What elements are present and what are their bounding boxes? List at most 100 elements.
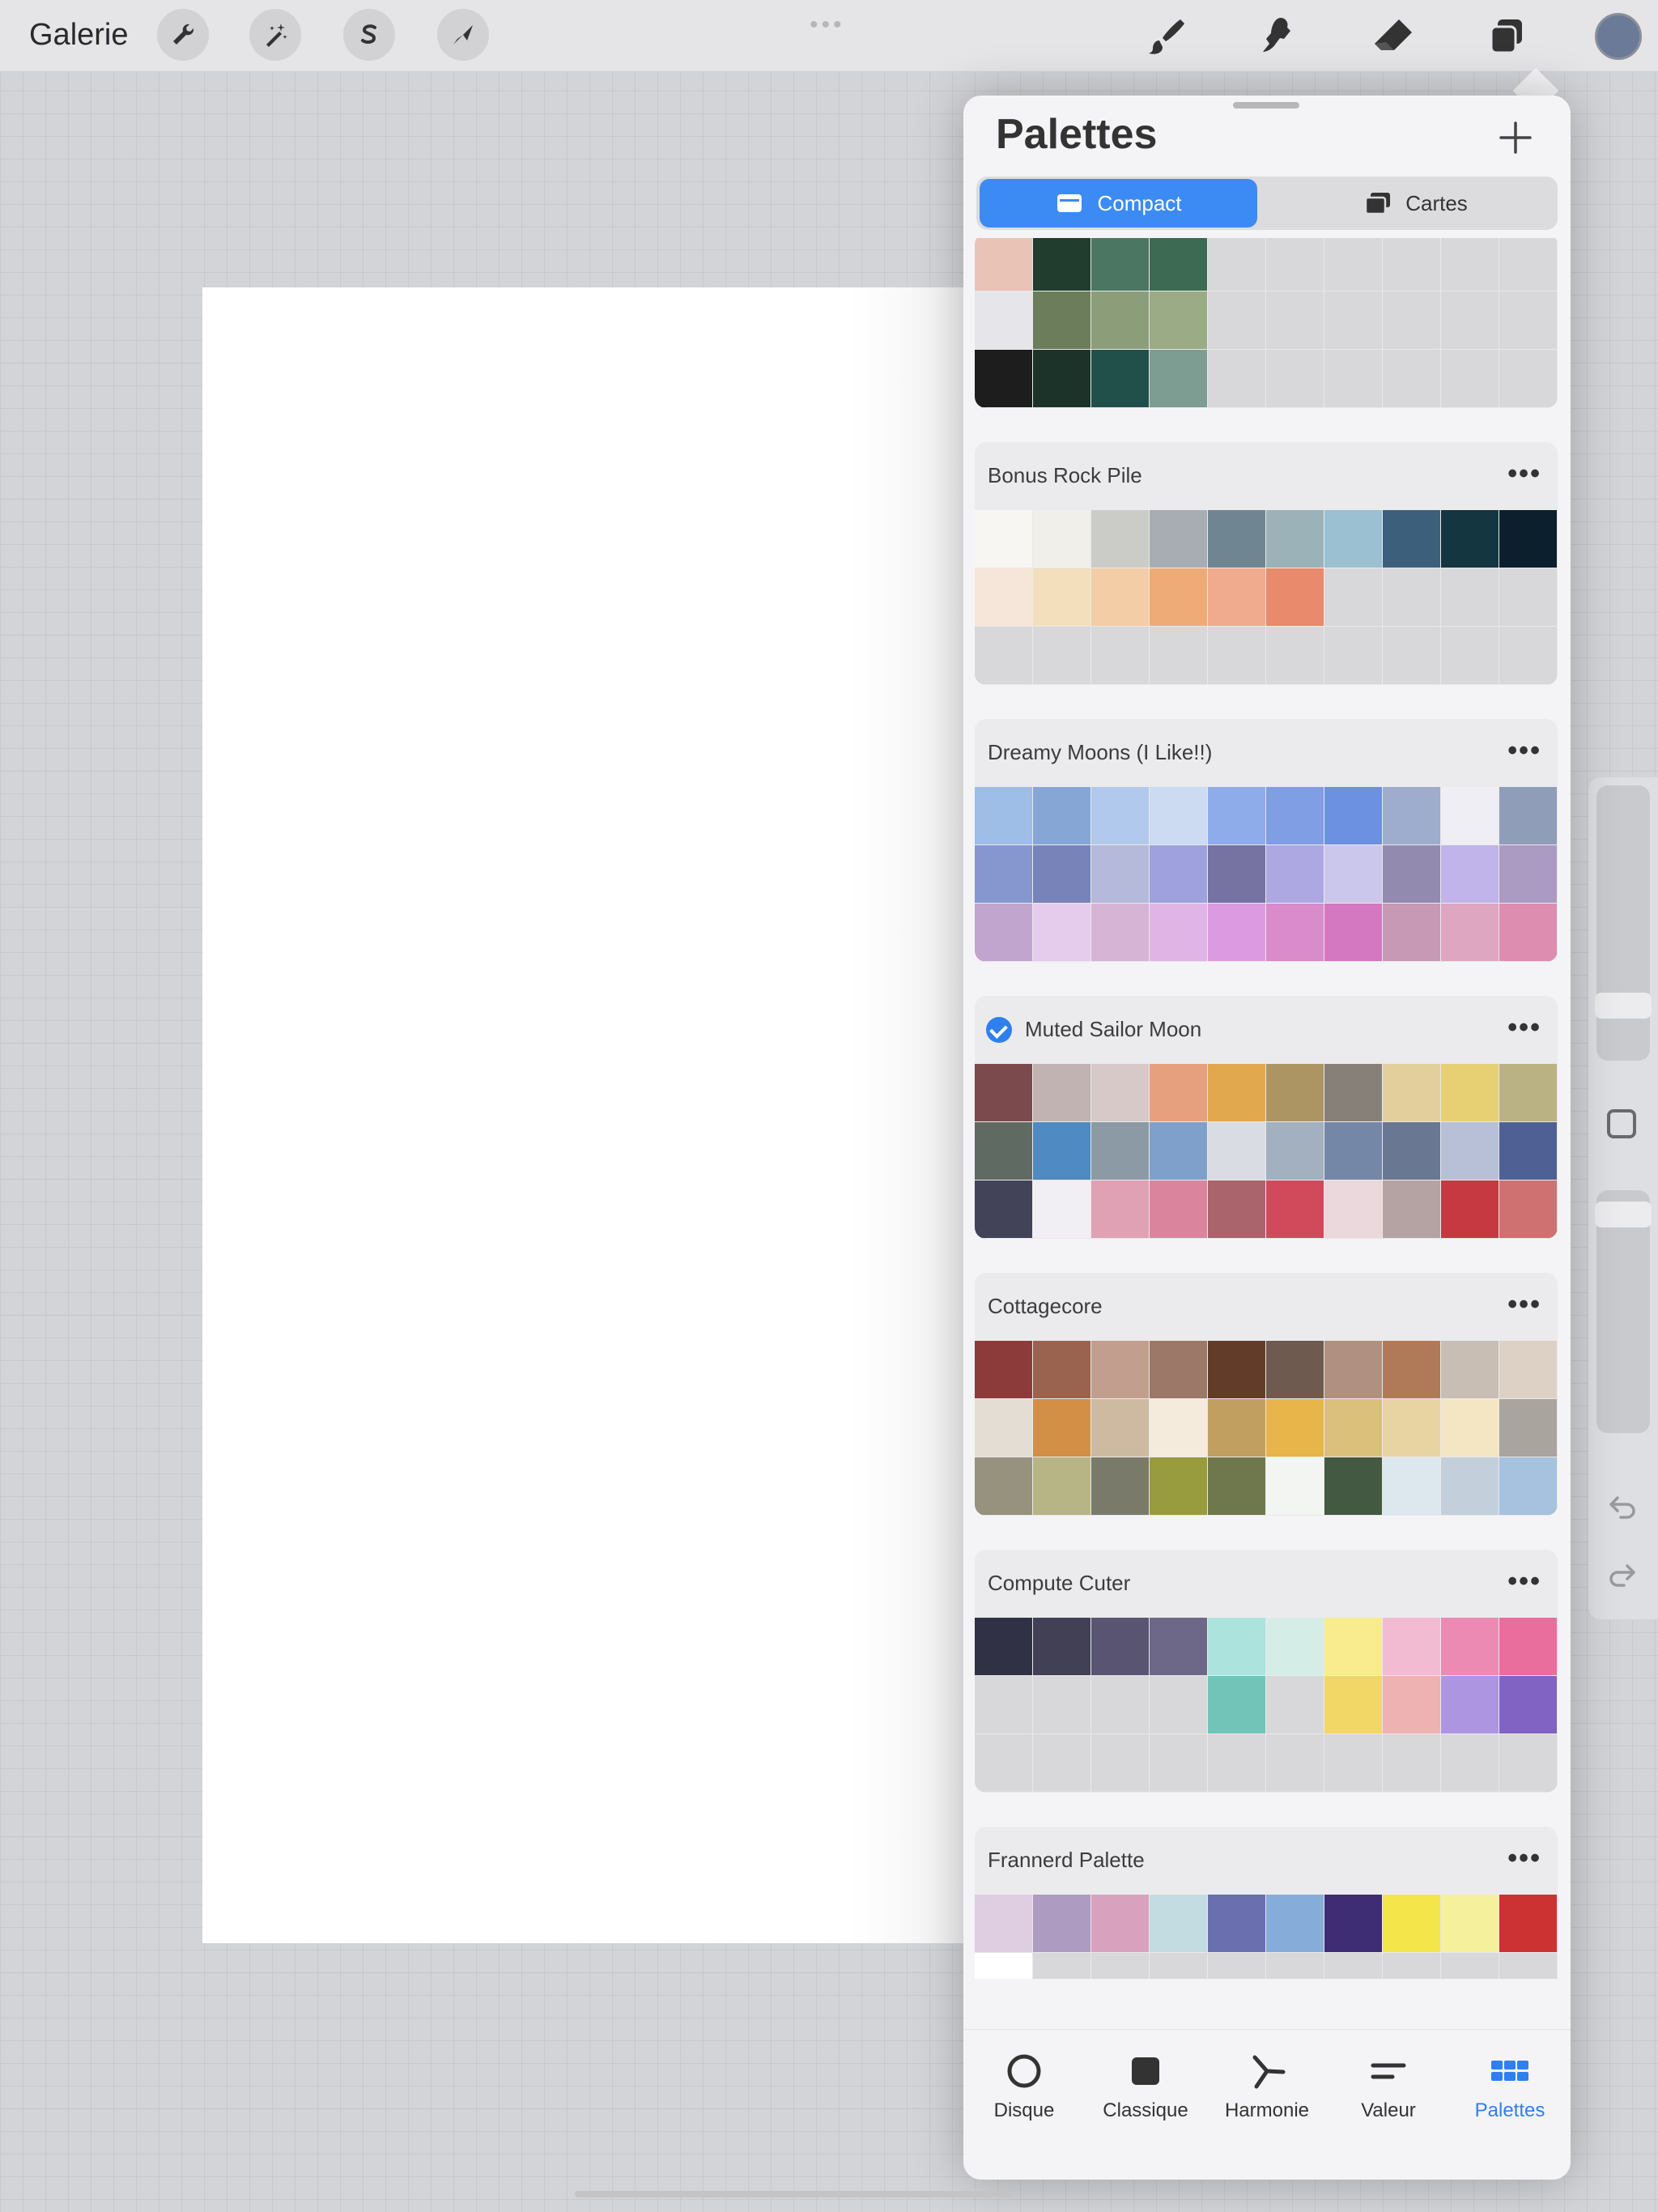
empty-swatch[interactable] xyxy=(1208,238,1266,291)
color-swatch[interactable] xyxy=(1208,1399,1266,1457)
color-swatch[interactable] xyxy=(1324,1064,1383,1122)
color-swatch[interactable] xyxy=(975,845,1033,904)
color-swatch[interactable] xyxy=(975,291,1033,350)
color-swatch[interactable] xyxy=(1441,1676,1499,1734)
color-swatch[interactable] xyxy=(1324,904,1383,962)
color-swatch[interactable] xyxy=(1324,1618,1383,1676)
palette-card[interactable]: Muted Sailor Moon ••• xyxy=(975,996,1558,1239)
color-swatch[interactable] xyxy=(1441,1618,1499,1676)
color-swatch[interactable] xyxy=(1383,1399,1441,1457)
color-swatch[interactable] xyxy=(1499,1341,1558,1399)
color-swatch[interactable] xyxy=(1033,845,1091,904)
color-swatch[interactable] xyxy=(1324,510,1383,568)
transform-arrow-icon[interactable] xyxy=(437,9,489,61)
color-swatch[interactable] xyxy=(1033,1064,1091,1122)
color-swatch[interactable] xyxy=(1033,1457,1091,1516)
color-swatch[interactable] xyxy=(1383,1618,1441,1676)
color-swatch[interactable] xyxy=(1441,845,1499,904)
color-swatch[interactable] xyxy=(1324,1895,1383,1953)
color-swatch[interactable] xyxy=(975,1122,1033,1180)
color-swatch[interactable] xyxy=(1150,787,1208,845)
color-swatch[interactable] xyxy=(1266,1122,1324,1180)
color-swatch[interactable] xyxy=(975,1064,1033,1122)
color-swatch[interactable] xyxy=(1033,350,1091,408)
color-swatch[interactable] xyxy=(1150,238,1208,291)
palette-card[interactable]: Compute Cuter ••• xyxy=(975,1550,1558,1793)
color-swatch[interactable] xyxy=(1499,1895,1558,1953)
color-swatch[interactable] xyxy=(1150,845,1208,904)
color-swatch[interactable] xyxy=(1208,1341,1266,1399)
palette-card[interactable]: Dreamy Moons (I Like!!) ••• xyxy=(975,719,1558,962)
palette-card[interactable]: Cottagecore ••• xyxy=(975,1273,1558,1516)
color-swatch[interactable] xyxy=(1441,1064,1499,1122)
empty-swatch[interactable] xyxy=(1091,1734,1150,1793)
color-swatch[interactable] xyxy=(1091,1618,1150,1676)
color-swatch[interactable] xyxy=(1266,1618,1324,1676)
color-swatch[interactable] xyxy=(1208,1676,1266,1734)
color-swatch[interactable] xyxy=(975,1953,1033,1979)
magic-wand-icon[interactable] xyxy=(249,9,301,61)
tab-disque[interactable]: Disque xyxy=(963,2051,1085,2122)
current-color-swatch[interactable] xyxy=(1595,13,1642,60)
empty-swatch[interactable] xyxy=(1091,1953,1150,1979)
brush-icon[interactable] xyxy=(1141,11,1192,62)
palette-card[interactable]: Bonus Rock Pile ••• xyxy=(975,442,1558,685)
empty-swatch[interactable] xyxy=(1383,291,1441,350)
empty-swatch[interactable] xyxy=(1150,627,1208,685)
empty-swatch[interactable] xyxy=(1208,1953,1266,1979)
color-swatch[interactable] xyxy=(1324,787,1383,845)
color-swatch[interactable] xyxy=(1150,1618,1208,1676)
tab-cartes[interactable]: Cartes xyxy=(1277,179,1554,228)
palettes-list[interactable]: Bonus Rock Pile ••• Dreamy Moons (I Like!!… xyxy=(975,238,1558,1979)
color-swatch[interactable] xyxy=(1091,350,1150,408)
color-swatch[interactable] xyxy=(1033,1895,1091,1953)
color-swatch[interactable] xyxy=(1091,1180,1150,1239)
empty-swatch[interactable] xyxy=(1383,568,1441,627)
color-swatch[interactable] xyxy=(1383,1122,1441,1180)
color-swatch[interactable] xyxy=(1150,291,1208,350)
color-swatch[interactable] xyxy=(1383,1676,1441,1734)
empty-swatch[interactable] xyxy=(1499,627,1558,685)
color-swatch[interactable] xyxy=(1033,1341,1091,1399)
color-swatch[interactable] xyxy=(1150,1180,1208,1239)
color-swatch[interactable] xyxy=(1150,510,1208,568)
color-swatch[interactable] xyxy=(1266,568,1324,627)
color-swatch[interactable] xyxy=(1208,1457,1266,1516)
opacity-slider[interactable] xyxy=(1595,1190,1652,1433)
tab-harmonie[interactable]: Harmonie xyxy=(1206,2051,1328,2122)
more-options-icon[interactable]: ••• xyxy=(1507,1843,1541,1874)
color-swatch[interactable] xyxy=(1150,568,1208,627)
color-swatch[interactable] xyxy=(1091,1122,1150,1180)
color-swatch[interactable] xyxy=(1383,845,1441,904)
color-swatch[interactable] xyxy=(1499,1180,1558,1239)
color-swatch[interactable] xyxy=(1383,1895,1441,1953)
layers-icon[interactable] xyxy=(1482,11,1532,62)
color-swatch[interactable] xyxy=(1033,1399,1091,1457)
color-swatch[interactable] xyxy=(1033,1618,1091,1676)
empty-swatch[interactable] xyxy=(1383,627,1441,685)
empty-swatch[interactable] xyxy=(1441,1953,1499,1979)
color-swatch[interactable] xyxy=(1383,1341,1441,1399)
color-swatch[interactable] xyxy=(975,1895,1033,1953)
empty-swatch[interactable] xyxy=(1441,350,1499,408)
color-swatch[interactable] xyxy=(1383,510,1441,568)
color-swatch[interactable] xyxy=(1266,1399,1324,1457)
color-swatch[interactable] xyxy=(1324,1341,1383,1399)
color-swatch[interactable] xyxy=(1383,1457,1441,1516)
color-swatch[interactable] xyxy=(1266,787,1324,845)
empty-swatch[interactable] xyxy=(1499,1953,1558,1979)
empty-swatch[interactable] xyxy=(1033,627,1091,685)
empty-swatch[interactable] xyxy=(1266,1676,1324,1734)
color-swatch[interactable] xyxy=(1441,787,1499,845)
empty-swatch[interactable] xyxy=(1150,1953,1208,1979)
empty-swatch[interactable] xyxy=(1499,350,1558,408)
color-swatch[interactable] xyxy=(1324,1676,1383,1734)
color-swatch[interactable] xyxy=(1266,1895,1324,1953)
color-swatch[interactable] xyxy=(1091,1341,1150,1399)
color-swatch[interactable] xyxy=(975,510,1033,568)
empty-swatch[interactable] xyxy=(1441,568,1499,627)
color-swatch[interactable] xyxy=(1091,1064,1150,1122)
empty-swatch[interactable] xyxy=(1208,350,1266,408)
color-swatch[interactable] xyxy=(1150,1457,1208,1516)
color-swatch[interactable] xyxy=(1266,1457,1324,1516)
